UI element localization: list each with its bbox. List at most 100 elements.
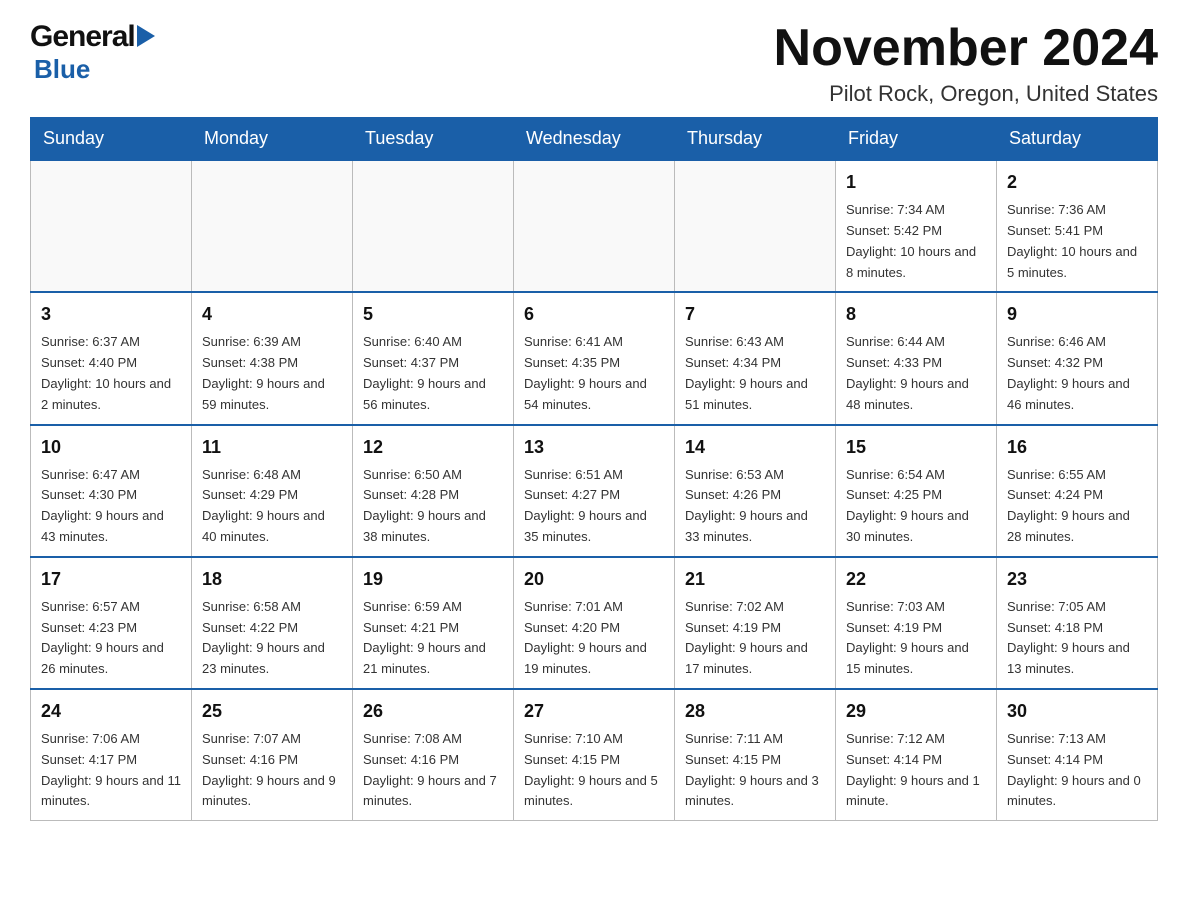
day-number: 15 — [846, 434, 986, 461]
day-number: 16 — [1007, 434, 1147, 461]
day-info: Sunrise: 7:13 AM Sunset: 4:14 PM Dayligh… — [1007, 729, 1147, 812]
month-title: November 2024 — [774, 20, 1158, 77]
day-number: 25 — [202, 698, 342, 725]
day-info: Sunrise: 7:12 AM Sunset: 4:14 PM Dayligh… — [846, 729, 986, 812]
day-info: Sunrise: 7:05 AM Sunset: 4:18 PM Dayligh… — [1007, 597, 1147, 680]
day-number: 18 — [202, 566, 342, 593]
table-row: 27 Sunrise: 7:10 AM Sunset: 4:15 PM Dayli… — [514, 689, 675, 821]
table-row: 19Sunrise: 6:59 AM Sunset: 4:21 PM Dayli… — [353, 557, 514, 689]
table-row: 6 Sunrise: 6:41 AM Sunset: 4:35 PM Daylig… — [514, 292, 675, 424]
table-row: 16 Sunrise: 6:55 AM Sunset: 4:24 PM Dayli… — [997, 425, 1158, 557]
logo: General Blue — [30, 20, 155, 85]
header-tuesday: Tuesday — [353, 118, 514, 161]
day-info: Sunrise: 6:40 AM Sunset: 4:37 PM Dayligh… — [363, 332, 503, 415]
day-info: Sunrise: 7:06 AM Sunset: 4:17 PM Dayligh… — [41, 729, 181, 812]
table-row: 2 Sunrise: 7:36 AM Sunset: 5:41 PM Daylig… — [997, 160, 1158, 292]
day-info: Sunrise: 7:34 AM Sunset: 5:42 PM Dayligh… — [846, 200, 986, 283]
table-row: 17 Sunrise: 6:57 AM Sunset: 4:23 PM Dayli… — [31, 557, 192, 689]
calendar-week-row: 24 Sunrise: 7:06 AM Sunset: 4:17 PM Dayli… — [31, 689, 1158, 821]
day-number: 8 — [846, 301, 986, 328]
header-monday: Monday — [192, 118, 353, 161]
day-number: 11 — [202, 434, 342, 461]
table-row — [514, 160, 675, 292]
table-row: 18 Sunrise: 6:58 AM Sunset: 4:22 PM Dayli… — [192, 557, 353, 689]
logo-triangle-icon — [137, 25, 155, 47]
day-info: Sunrise: 7:02 AM Sunset: 4:19 PM Dayligh… — [685, 597, 825, 680]
day-info: Sunrise: 6:57 AM Sunset: 4:23 PM Dayligh… — [41, 597, 181, 680]
day-info: Sunrise: 7:03 AM Sunset: 4:19 PM Dayligh… — [846, 597, 986, 680]
day-number: 1 — [846, 169, 986, 196]
day-info: Sunrise: 6:43 AM Sunset: 4:34 PM Dayligh… — [685, 332, 825, 415]
table-row: 22 Sunrise: 7:03 AM Sunset: 4:19 PM Dayli… — [836, 557, 997, 689]
table-row: 3Sunrise: 6:37 AM Sunset: 4:40 PM Daylig… — [31, 292, 192, 424]
table-row — [353, 160, 514, 292]
table-row: 11 Sunrise: 6:48 AM Sunset: 4:29 PM Dayli… — [192, 425, 353, 557]
day-number: 6 — [524, 301, 664, 328]
day-number: 13 — [524, 434, 664, 461]
day-number: 10 — [41, 434, 181, 461]
day-number: 12 — [363, 434, 503, 461]
header-sunday: Sunday — [31, 118, 192, 161]
table-row: 24 Sunrise: 7:06 AM Sunset: 4:17 PM Dayli… — [31, 689, 192, 821]
day-number: 24 — [41, 698, 181, 725]
day-number: 23 — [1007, 566, 1147, 593]
day-info: Sunrise: 6:46 AM Sunset: 4:32 PM Dayligh… — [1007, 332, 1147, 415]
day-number: 4 — [202, 301, 342, 328]
day-info: Sunrise: 7:10 AM Sunset: 4:15 PM Dayligh… — [524, 729, 664, 812]
day-info: Sunrise: 7:08 AM Sunset: 4:16 PM Dayligh… — [363, 729, 503, 812]
table-row: 26 Sunrise: 7:08 AM Sunset: 4:16 PM Dayli… — [353, 689, 514, 821]
day-number: 21 — [685, 566, 825, 593]
day-number: 30 — [1007, 698, 1147, 725]
logo-general: General — [30, 20, 135, 54]
day-info: Sunrise: 6:39 AM Sunset: 4:38 PM Dayligh… — [202, 332, 342, 415]
calendar-table: Sunday Monday Tuesday Wednesday Thursday… — [30, 117, 1158, 821]
header-thursday: Thursday — [675, 118, 836, 161]
day-info: Sunrise: 6:44 AM Sunset: 4:33 PM Dayligh… — [846, 332, 986, 415]
day-number: 19 — [363, 566, 503, 593]
table-row: 14 Sunrise: 6:53 AM Sunset: 4:26 PM Dayli… — [675, 425, 836, 557]
day-number: 29 — [846, 698, 986, 725]
day-number: 17 — [41, 566, 181, 593]
logo-blue: Blue — [34, 54, 90, 84]
header-saturday: Saturday — [997, 118, 1158, 161]
table-row: 21 Sunrise: 7:02 AM Sunset: 4:19 PM Dayli… — [675, 557, 836, 689]
day-info: Sunrise: 6:53 AM Sunset: 4:26 PM Dayligh… — [685, 465, 825, 548]
day-number: 27 — [524, 698, 664, 725]
day-number: 26 — [363, 698, 503, 725]
title-section: November 2024 Pilot Rock, Oregon, United… — [774, 20, 1158, 107]
day-number: 22 — [846, 566, 986, 593]
table-row: 10Sunrise: 6:47 AM Sunset: 4:30 PM Dayli… — [31, 425, 192, 557]
day-number: 14 — [685, 434, 825, 461]
table-row: 8 Sunrise: 6:44 AM Sunset: 4:33 PM Daylig… — [836, 292, 997, 424]
day-info: Sunrise: 7:36 AM Sunset: 5:41 PM Dayligh… — [1007, 200, 1147, 283]
table-row: 4 Sunrise: 6:39 AM Sunset: 4:38 PM Daylig… — [192, 292, 353, 424]
table-row: 7Sunrise: 6:43 AM Sunset: 4:34 PM Daylig… — [675, 292, 836, 424]
day-info: Sunrise: 6:51 AM Sunset: 4:27 PM Dayligh… — [524, 465, 664, 548]
table-row: 23 Sunrise: 7:05 AM Sunset: 4:18 PM Dayli… — [997, 557, 1158, 689]
table-row: 1 Sunrise: 7:34 AM Sunset: 5:42 PM Daylig… — [836, 160, 997, 292]
table-row — [31, 160, 192, 292]
header-friday: Friday — [836, 118, 997, 161]
day-info: Sunrise: 6:41 AM Sunset: 4:35 PM Dayligh… — [524, 332, 664, 415]
table-row — [192, 160, 353, 292]
day-info: Sunrise: 6:55 AM Sunset: 4:24 PM Dayligh… — [1007, 465, 1147, 548]
calendar-week-row: 1 Sunrise: 7:34 AM Sunset: 5:42 PM Daylig… — [31, 160, 1158, 292]
day-info: Sunrise: 6:58 AM Sunset: 4:22 PM Dayligh… — [202, 597, 342, 680]
day-info: Sunrise: 6:48 AM Sunset: 4:29 PM Dayligh… — [202, 465, 342, 548]
table-row: 5 Sunrise: 6:40 AM Sunset: 4:37 PM Daylig… — [353, 292, 514, 424]
day-number: 5 — [363, 301, 503, 328]
day-info: Sunrise: 7:11 AM Sunset: 4:15 PM Dayligh… — [685, 729, 825, 812]
day-number: 2 — [1007, 169, 1147, 196]
day-info: Sunrise: 7:07 AM Sunset: 4:16 PM Dayligh… — [202, 729, 342, 812]
page-header: General Blue November 2024 Pilot Rock, O… — [30, 20, 1158, 107]
table-row: 9 Sunrise: 6:46 AM Sunset: 4:32 PM Daylig… — [997, 292, 1158, 424]
calendar-week-row: 17 Sunrise: 6:57 AM Sunset: 4:23 PM Dayli… — [31, 557, 1158, 689]
calendar-header-row: Sunday Monday Tuesday Wednesday Thursday… — [31, 118, 1158, 161]
table-row: 29 Sunrise: 7:12 AM Sunset: 4:14 PM Dayli… — [836, 689, 997, 821]
day-info: Sunrise: 6:37 AM Sunset: 4:40 PM Dayligh… — [41, 332, 181, 415]
day-number: 9 — [1007, 301, 1147, 328]
day-info: Sunrise: 6:50 AM Sunset: 4:28 PM Dayligh… — [363, 465, 503, 548]
table-row: 15Sunrise: 6:54 AM Sunset: 4:25 PM Dayli… — [836, 425, 997, 557]
day-info: Sunrise: 7:01 AM Sunset: 4:20 PM Dayligh… — [524, 597, 664, 680]
day-number: 28 — [685, 698, 825, 725]
